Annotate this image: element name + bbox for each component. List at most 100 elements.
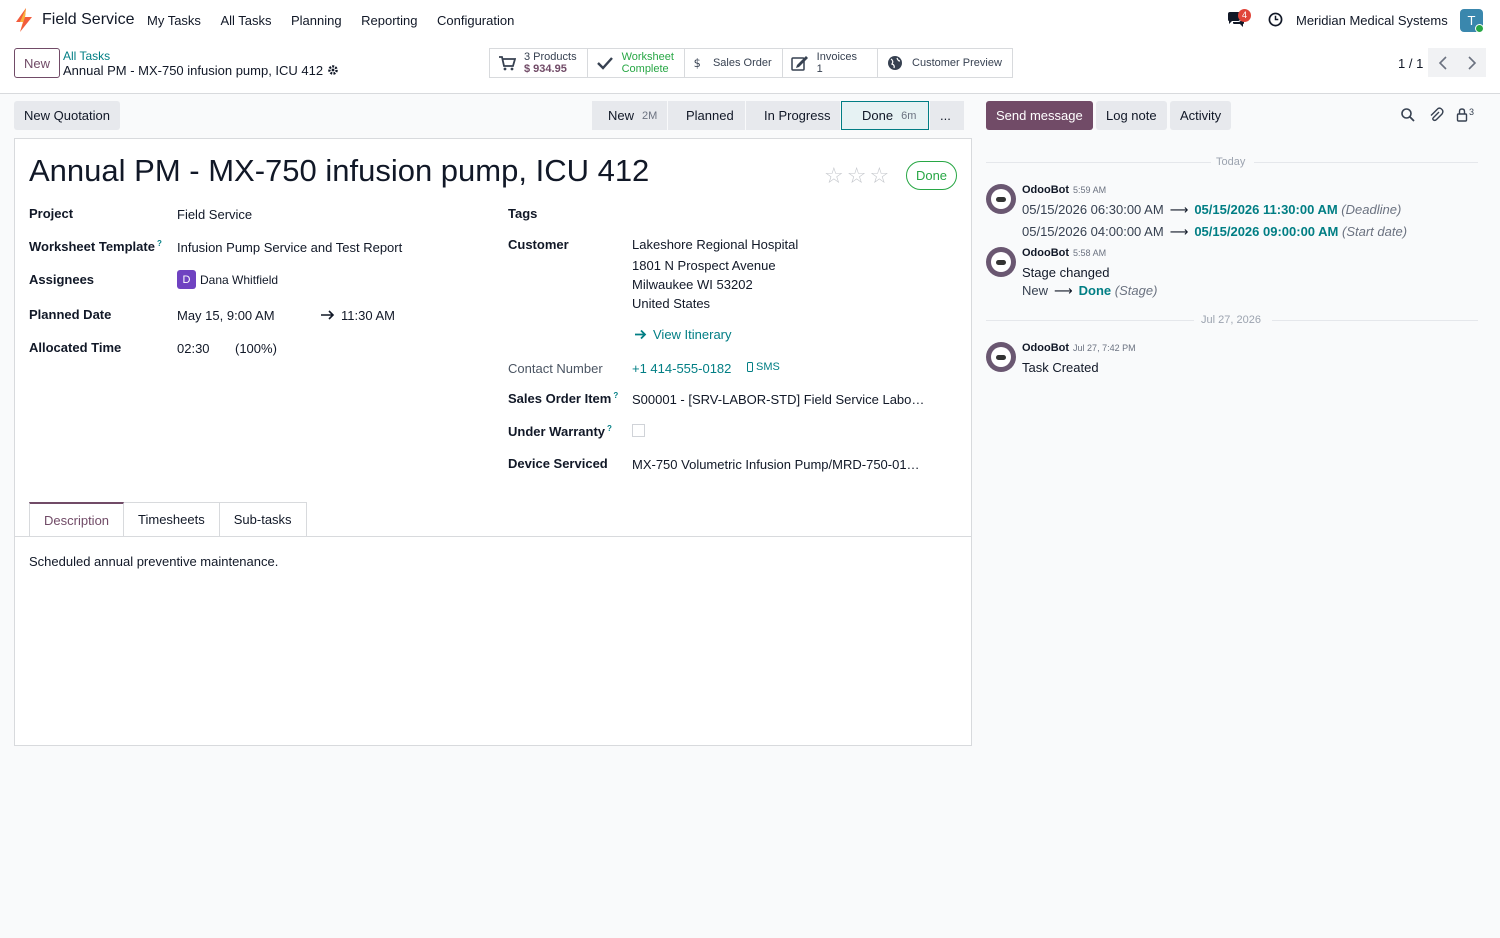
edit-invoice-icon [790,56,808,71]
message-time: Jul 27, 7:42 PM [1073,343,1136,353]
done-status-badge[interactable]: Done [906,161,957,190]
tab-sub-tasks[interactable]: Sub-tasks [219,502,307,537]
stage-new[interactable]: New 2M [592,101,667,130]
menu-my-tasks[interactable]: My Tasks [147,13,201,28]
invoices-smart-button[interactable]: Invoices 1 [783,49,879,77]
new-quotation-button[interactable]: New Quotation [14,101,120,130]
stage-duration: 6m [901,109,917,122]
gear-icon[interactable] [327,64,339,76]
view-itinerary-link[interactable]: View Itinerary [634,327,732,342]
followers-count: 3 [1469,107,1475,117]
planned-start-field[interactable]: May 15, 9:00 AM [177,308,275,323]
menu-planning[interactable]: Planning [291,13,342,28]
mobile-icon [747,362,753,372]
help-tooltip-icon[interactable]: ? [613,391,618,400]
star-icon[interactable]: ☆ [824,163,844,189]
sales-order-smart-button[interactable]: $ Sales Order [685,49,783,77]
pager-previous-button[interactable] [1428,48,1457,77]
stage-name: New [608,108,635,123]
help-tooltip-icon[interactable]: ? [157,239,162,248]
planned-end-field[interactable]: 11:30 AM [341,308,395,323]
author-name[interactable]: OdooBot [1022,247,1069,259]
worksheet-template-label-text: Worksheet Template [29,239,155,254]
breadcrumb-parent[interactable]: All Tasks [63,49,110,63]
paperclip-icon[interactable] [1428,107,1444,123]
stage-more-dropdown[interactable]: ... [930,101,964,130]
date-separator-today: Today [1216,156,1246,168]
sales-order-label: Sales Order [712,57,772,69]
worksheet-template-label: Worksheet Template? [29,239,162,254]
menu-configuration[interactable]: Configuration [437,13,514,28]
search-icon[interactable] [1400,107,1416,123]
field-name: (Deadline) [1341,202,1402,217]
star-icon[interactable]: ☆ [847,163,867,189]
allocated-percentage: (100%) [235,341,277,356]
allocated-time-field[interactable]: 02:30 [177,341,210,356]
send-message-button[interactable]: Send message [986,101,1093,130]
worksheet-line1: Worksheet [621,51,674,63]
task-title[interactable]: Annual PM - MX-750 infusion pump, ICU 41… [29,153,649,189]
followers-lock-icon[interactable] [1456,107,1468,123]
description-content[interactable]: Scheduled annual preventive maintenance. [29,554,278,569]
phone-field[interactable]: +1 414-555-0182 [632,361,731,376]
invoices-count: 1 [816,63,823,75]
field-name: (Stage) [1114,283,1158,298]
odoobot-avatar[interactable] [986,247,1016,277]
author-name[interactable]: OdooBot [1022,342,1069,354]
log-note-button[interactable]: Log note [1096,101,1167,130]
tab-description[interactable]: Description [29,502,125,537]
new-value: 05/15/2026 09:00:00 AM [1194,224,1339,239]
customer-name-field[interactable]: Lakeshore Regional Hospital [632,237,798,252]
arrow-right-icon [321,310,335,320]
app-name[interactable]: Field Service [42,11,134,29]
activity-clock-icon[interactable] [1268,12,1283,27]
assignee-field[interactable]: Dana Whitfield [200,273,278,287]
stage-name: In Progress [764,108,831,123]
help-tooltip-icon[interactable]: ? [607,424,612,433]
sales-order-item-field[interactable]: S00001 - [SRV-LABOR-STD] Field Service L… [632,392,924,407]
stage-in-progress[interactable]: In Progress [746,101,840,130]
stage-name: ... [940,108,951,123]
chat-count-badge: 4 [1238,9,1252,22]
chevron-left-icon [1438,55,1447,70]
pager-value[interactable]: 1 / 1 [1398,56,1423,71]
date-separator-jul: Jul 27, 2026 [1201,314,1261,326]
odoobot-avatar[interactable] [986,342,1016,372]
globe-icon [888,56,903,70]
activity-button[interactable]: Activity [1170,101,1232,130]
view-itinerary-label: View Itinerary [653,327,732,342]
customer-address-line2: Milwaukee WI 53202 [632,277,753,292]
pager-next-button[interactable] [1457,48,1486,77]
menu-all-tasks[interactable]: All Tasks [220,13,271,28]
menu-reporting[interactable]: Reporting [361,13,417,28]
worksheet-smart-button[interactable]: Worksheet Complete [588,49,685,77]
author-name[interactable]: OdooBot [1022,184,1069,196]
stage-done[interactable]: Done 6m [841,101,929,130]
customer-preview-smart-button[interactable]: Customer Preview [878,49,1012,77]
date-separator-line [1254,162,1478,163]
old-value: 05/15/2026 06:30:00 AM [1022,202,1164,217]
contact-number-label: Contact Number [508,361,603,376]
sms-button[interactable]: SMS [747,361,780,373]
new-value: Done [1078,283,1112,298]
products-smart-button[interactable]: 3 Products $ 934.95 [490,49,588,77]
invoices-label: Invoices [816,51,858,63]
device-serviced-label: Device Serviced [508,456,608,471]
field-service-logo-icon[interactable] [14,8,34,32]
products-count: 3 Products [524,51,577,63]
under-warranty-checkbox[interactable] [632,424,645,437]
new-button[interactable]: New [14,48,60,78]
arrow-right-icon: ⟶ [1169,202,1189,217]
tab-timesheets[interactable]: Timesheets [124,502,220,537]
notebook-tabs: Description Timesheets Sub-tasks [29,502,307,537]
device-serviced-field[interactable]: MX-750 Volumetric Infusion Pump/MRD-750-… [632,457,920,472]
chevron-right-icon [1467,55,1476,70]
stage-planned[interactable]: Planned [668,101,745,130]
stage-name: Done [862,108,894,123]
pager-buttons [1428,48,1486,77]
star-icon[interactable]: ☆ [869,163,889,189]
odoobot-avatar[interactable] [986,184,1016,214]
worksheet-template-field[interactable]: Infusion Pump Service and Test Report [177,240,402,255]
company-switcher[interactable]: Meridian Medical Systems [1296,13,1448,28]
project-field[interactable]: Field Service [177,207,252,222]
